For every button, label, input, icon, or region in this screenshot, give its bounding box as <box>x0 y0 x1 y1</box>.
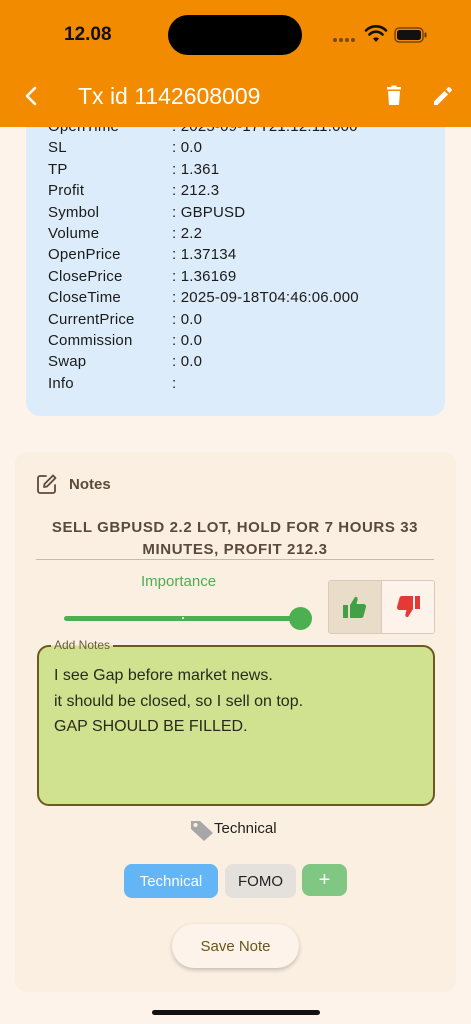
app-bar: 12.08 Tx id 1142608009 <box>0 0 471 127</box>
tag-chip-technical[interactable]: Technical <box>124 864 218 898</box>
rating-toggle <box>328 580 435 634</box>
add-tag-button[interactable]: + <box>302 864 347 896</box>
detail-key: TP <box>48 160 68 178</box>
battery-icon <box>394 27 427 43</box>
notes-text[interactable]: I see Gap before market news. it should … <box>54 663 424 740</box>
thumb-down-icon <box>396 595 420 618</box>
detail-value: : 2.2 <box>172 225 203 242</box>
add-notes-label: Add Notes <box>51 638 114 652</box>
detail-key: Swap <box>48 353 87 371</box>
edit-icon[interactable] <box>431 84 455 108</box>
detail-value: : 2025-09-18T04:46:06.000 <box>172 289 359 307</box>
page-title: Tx id 1142608009 <box>78 83 261 109</box>
detail-key: Symbol <box>48 203 100 221</box>
thumb-up-icon <box>342 596 366 619</box>
thumb-down-button[interactable] <box>381 581 434 633</box>
note-edit-icon <box>37 474 57 494</box>
detail-value: : 0.0 <box>172 139 203 157</box>
detail-key: CurrentPrice <box>48 310 135 328</box>
detail-key: Info <box>48 374 74 392</box>
detail-key: ClosePrice <box>48 267 123 285</box>
detail-value: : 1.37134 <box>172 246 237 264</box>
status-time: 12.08 <box>64 24 112 45</box>
detail-value: : 0.0 <box>172 353 203 371</box>
tag-icon <box>191 821 213 841</box>
back-arrow-icon[interactable] <box>20 84 44 108</box>
save-note-button[interactable]: Save Note <box>172 924 299 968</box>
detail-value: : GBPUSD <box>172 203 246 221</box>
trade-summary: SELL GBPUSD 2.2 LOT, HOLD FOR 7 HOURS 33… <box>51 519 419 558</box>
detail-value: : <box>172 374 177 392</box>
detail-value: : 0.0 <box>172 310 203 328</box>
divider <box>36 559 434 560</box>
detail-value: : 1.361 <box>172 160 220 178</box>
detail-value: : 0.0 <box>172 332 203 349</box>
dynamic-island <box>168 15 302 55</box>
detail-key: CloseTime <box>48 289 121 307</box>
thumb-up-button[interactable] <box>329 581 382 633</box>
detail-value: : 212.3 <box>172 182 220 200</box>
importance-slider-thumb[interactable] <box>288 607 312 630</box>
tag-chip-fomo[interactable]: FOMO <box>225 864 296 898</box>
slider-tick <box>182 617 184 619</box>
detail-value: : 1.36169 <box>172 267 237 285</box>
detail-key: Volume <box>48 225 100 242</box>
cellular-signal-icon <box>333 38 355 42</box>
importance-label: Importance <box>141 573 217 590</box>
detail-key: SL <box>48 139 67 157</box>
detail-key: Commission <box>48 332 133 349</box>
wifi-icon <box>364 25 388 42</box>
notes-heading: Notes <box>69 476 111 493</box>
detail-key: OpenPrice <box>48 246 121 264</box>
detail-key: Profit <box>48 182 85 200</box>
delete-icon[interactable] <box>382 84 406 108</box>
selected-tag: Technical <box>214 820 277 837</box>
home-indicator <box>152 1010 320 1015</box>
